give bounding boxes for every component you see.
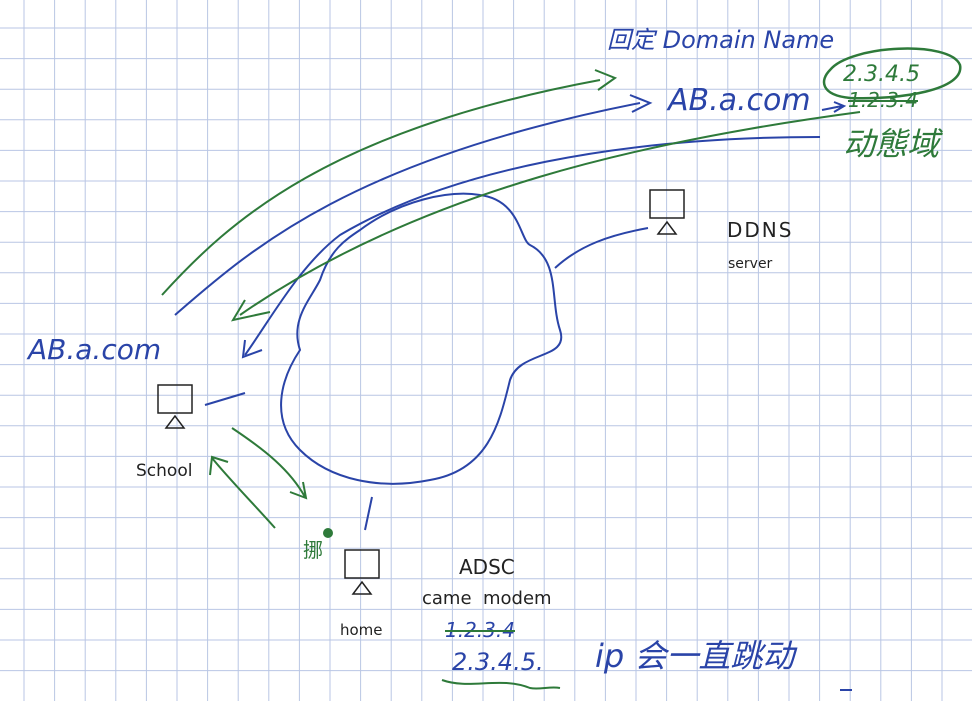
ddns-link bbox=[554, 227, 649, 269]
home-note: 挪 bbox=[303, 538, 323, 562]
home-ip-old: 1.2.3.4 bbox=[445, 618, 515, 642]
domain-label-top: AB.a.com bbox=[668, 83, 811, 118]
home-computer-icon bbox=[344, 549, 380, 595]
fixed-domain-name-title: 回定 Domain Name bbox=[607, 26, 835, 54]
dynamic-domain-label: 动態域 bbox=[843, 125, 940, 163]
green-underline bbox=[441, 679, 561, 690]
modem-sub-label: came modem bbox=[422, 588, 552, 609]
home-ip-new: 2.3.4.5. bbox=[452, 648, 544, 676]
school-computer-icon bbox=[157, 384, 193, 429]
home-link bbox=[364, 496, 373, 531]
blue-arrow-to-domain bbox=[174, 102, 641, 316]
internet-cloud bbox=[280, 192, 563, 485]
ddns-label: DDNS bbox=[727, 218, 794, 242]
modem-label: ADSC bbox=[459, 555, 515, 579]
home-dot bbox=[323, 528, 333, 538]
ip-changes-note: ip 会一直跳动 bbox=[595, 637, 795, 675]
domain-label-left: AB.a.com bbox=[28, 333, 162, 366]
home-label: home bbox=[340, 621, 383, 639]
ip-old-struck: 1.2.3.4 bbox=[848, 88, 918, 112]
green-arrow-to-domain bbox=[161, 79, 601, 296]
green-line-back bbox=[239, 111, 861, 316]
school-label: School bbox=[136, 461, 193, 481]
ip-new-circled: 2.3.4.5 bbox=[843, 62, 920, 87]
ddns-server-label: server bbox=[728, 256, 773, 272]
blue-arrow-ip bbox=[821, 101, 847, 113]
